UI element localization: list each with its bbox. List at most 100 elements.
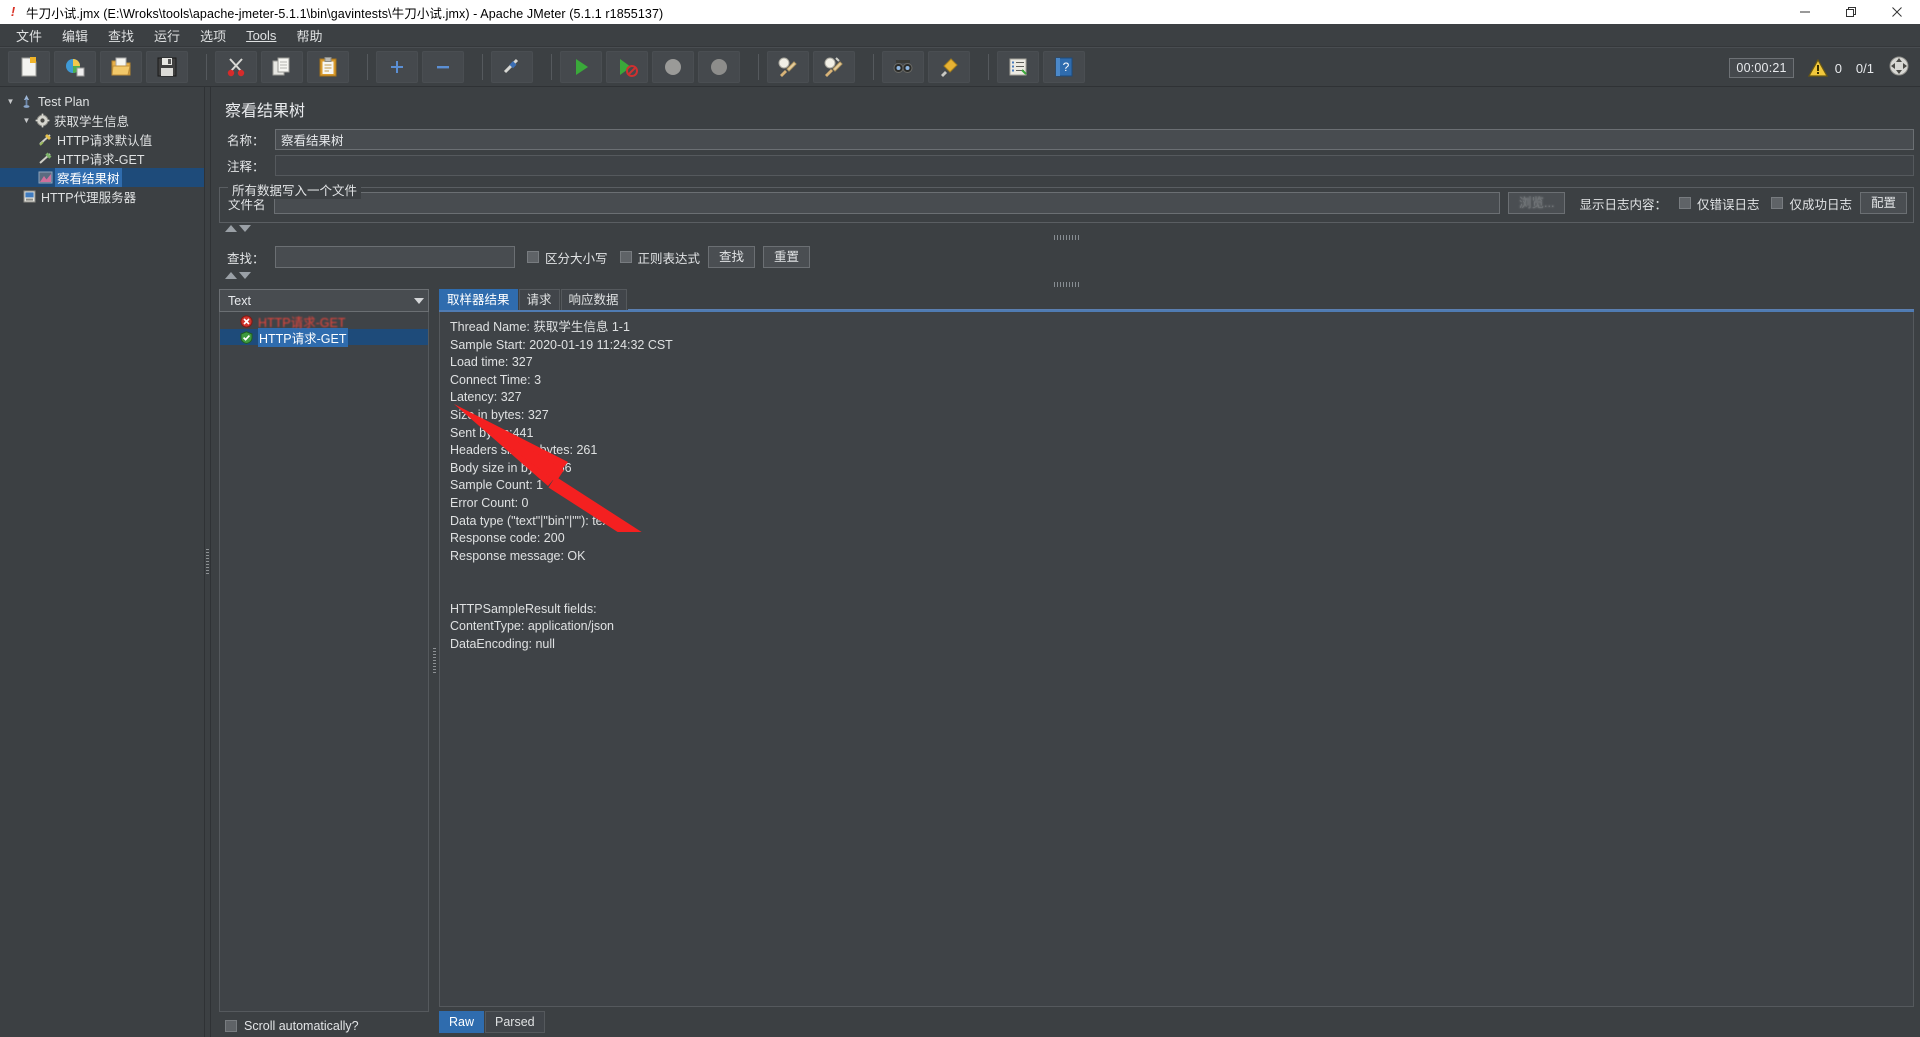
result-entry-label: HTTP请求-GET [258,315,346,330]
minimize-button[interactable] [1782,0,1828,24]
title-bar: ! 牛刀小试.jmx (E:\Wroks\tools\apache-jmeter… [0,0,1920,24]
chevron-down-icon[interactable]: ▼ [4,97,17,106]
errors-only-label: 仅错误日志 [1696,197,1760,212]
result-entry-success[interactable]: HTTP请求-GET [220,327,428,347]
regex-checkbox[interactable]: 正则表达式 [619,248,700,267]
results-splitter[interactable] [429,289,439,1033]
menu-options[interactable]: 选项 [190,24,236,47]
filename-input[interactable] [273,192,1501,214]
chevron-down-icon[interactable] [414,297,424,304]
templates-button[interactable] [54,51,96,83]
successes-only-checkbox[interactable]: 仅成功日志 [1771,194,1852,213]
find-button[interactable]: 查找 [708,246,756,268]
name-input[interactable] [275,129,1914,150]
case-sensitive-checkbox[interactable]: 区分大小写 [527,248,608,267]
configure-button[interactable]: 配置 [1859,192,1907,214]
new-button[interactable] [8,51,50,83]
success-shield-icon [238,330,254,344]
result-line: Thread Name: 获取学生信息 1-1 [450,320,630,334]
copy-button[interactable] [261,51,303,83]
tab-request[interactable]: 请求 [518,289,560,310]
scroll-automatically-checkbox[interactable]: Scroll automatically? [219,1012,429,1033]
elapsed-timer: 00:00:21 [1729,58,1794,78]
help-button[interactable]: ? [1043,51,1085,83]
checkbox-box[interactable] [1771,197,1784,209]
page-title: 察看结果树 [225,103,306,120]
chevron-down-icon[interactable]: ▼ [20,116,33,125]
clear-button[interactable] [767,51,809,83]
browse-button[interactable]: 浏览... [1508,192,1566,214]
tree-node-thread-group[interactable]: ▼ 获取学生信息 [0,111,204,130]
horizontal-splitter-bottom[interactable] [219,281,1914,289]
test-plan-tree[interactable]: ▼ Test Plan ▼ 获取学生信息 HTTP请求默认值 HTTP请求-GE… [0,87,205,1037]
result-line: Body size in bytes: 66 [450,460,572,475]
result-entry-error[interactable]: HTTP请求-GET [220,313,428,330]
arrow-down-icon[interactable] [239,225,251,232]
result-line: Data type ("text"|"bin"|""): text [450,513,613,528]
paste-button[interactable] [307,51,349,83]
bottom-tab-parsed[interactable]: Parsed [485,1011,545,1033]
collapse-expand-arrows-bottom[interactable] [219,270,1914,281]
arrow-down-icon[interactable] [239,272,251,279]
arrow-up-icon[interactable] [225,225,237,232]
sampler-result-text[interactable]: Thread Name: 获取学生信息 1-1 Sample Start: 20… [439,312,1914,1007]
checkbox-box[interactable] [619,251,632,263]
tree-node-http-proxy[interactable]: HTTP代理服务器 [0,187,204,206]
checkbox-box[interactable] [527,251,539,263]
checkbox-box[interactable] [1678,197,1691,209]
toolbar: ? 00:00:21 0 0/1 [0,47,1920,87]
warning-indicator[interactable]: 0 [1807,59,1842,77]
start-button[interactable] [560,51,602,83]
collapse-expand-arrows-top[interactable] [219,223,1914,234]
search-input[interactable] [275,246,515,268]
tree-node-http-request[interactable]: HTTP请求-GET [0,149,204,168]
comment-input[interactable] [275,155,1914,176]
tree-node-label: Test Plan [38,94,90,109]
start-no-pauses-button[interactable] [606,51,648,83]
svg-text:?: ? [1063,60,1070,74]
errors-only-checkbox[interactable]: 仅错误日志 [1678,194,1760,213]
bottom-tab-raw[interactable]: Raw [439,1011,485,1033]
expand-arrows-icon[interactable] [1888,55,1910,82]
tree-node-view-results-tree[interactable]: 察看结果树 [0,168,204,187]
checkbox-box[interactable] [225,1020,237,1032]
stop-button[interactable] [652,51,694,83]
toggle-button[interactable] [491,51,533,83]
reset-button[interactable]: 重置 [763,246,811,268]
menu-tools[interactable]: Tools [236,26,286,45]
shutdown-button[interactable] [698,51,740,83]
filename-row: 文件名 浏览... 显示日志内容： 仅错误日志 仅成功日志 配置 [226,192,1907,214]
menu-run[interactable]: 运行 [144,24,190,47]
renderer-select[interactable]: Text [219,289,429,312]
reset-search-button[interactable] [928,51,970,83]
menu-search[interactable]: 查找 [98,24,144,47]
close-button[interactable] [1874,0,1920,24]
tab-response-data[interactable]: 响应数据 [560,289,627,310]
result-line: Connect Time: 3 [450,372,542,387]
result-line: Sample Start: 2020-01-19 11:24:32 CST [450,337,673,352]
horizontal-splitter-top[interactable] [219,234,1914,242]
results-list[interactable]: HTTP请求-GET HTTP请求-GET [219,312,429,1012]
tree-node-label: HTTP请求-GET [57,153,145,167]
open-button[interactable] [100,51,142,83]
maximize-button[interactable] [1828,0,1874,24]
save-button[interactable] [146,51,188,83]
result-blank-line [450,583,1913,601]
result-line: Size in bytes: 327 [450,407,549,422]
result-line: Sent bytes:441 [450,425,534,440]
tree-node-test-plan[interactable]: ▼ Test Plan [0,92,204,111]
warning-triangle-icon [1807,59,1828,77]
view-results-tree-icon [36,169,55,186]
tree-node-http-defaults[interactable]: HTTP请求默认值 [0,130,204,149]
search-button[interactable] [882,51,924,83]
expand-all-button[interactable] [376,51,418,83]
tab-sampler-result[interactable]: 取样器结果 [439,289,518,310]
function-helper-button[interactable] [997,51,1039,83]
cut-button[interactable] [215,51,257,83]
menu-help[interactable]: 帮助 [286,24,332,47]
clear-all-button[interactable] [813,51,855,83]
menu-file[interactable]: 文件 [6,24,52,47]
collapse-all-button[interactable] [422,51,464,83]
menu-edit[interactable]: 编辑 [52,24,98,47]
arrow-up-icon[interactable] [225,272,237,279]
